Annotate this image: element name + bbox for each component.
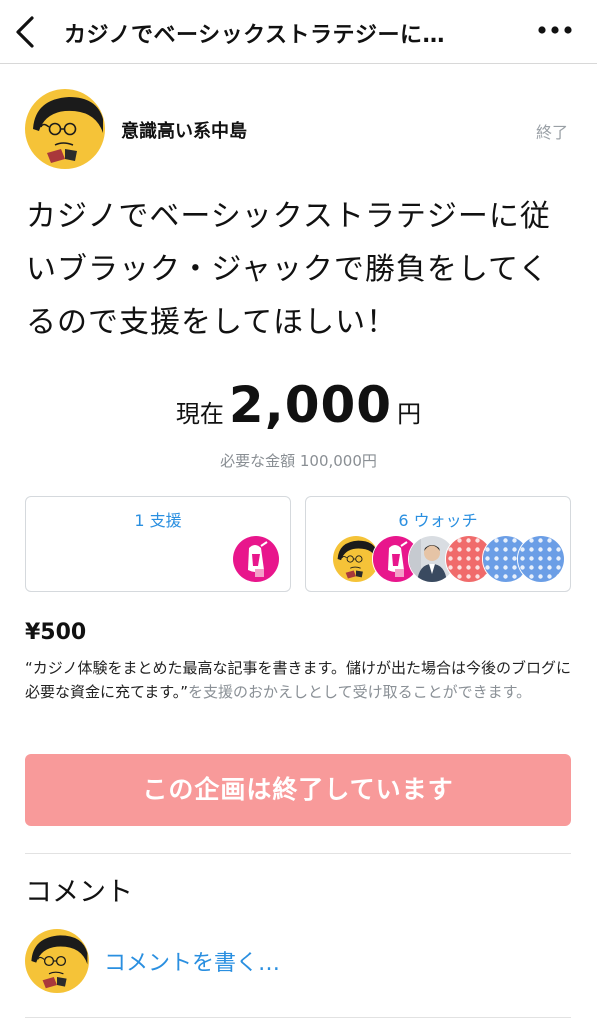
watcher-avatar[interactable] <box>517 535 565 583</box>
supporters-card[interactable]: 1 支援 <box>25 496 291 592</box>
current-amount: 現在 2,000 円 <box>0 376 597 434</box>
reward-price: ¥500 <box>25 620 87 645</box>
reward-description: “カジノ体験をまとめた最高な記事を書きます。儲けが出た場合は今後のブログに必要な… <box>25 656 575 704</box>
write-comment-link[interactable]: コメントを書く… <box>104 945 280 977</box>
author-name[interactable]: 意識高い系中島 <box>121 117 247 143</box>
watchers-count[interactable]: 6 ウォッチ <box>306 507 570 531</box>
top-bar: カジノでベーシックストラテジーに… <box>0 0 597 64</box>
watchers-card[interactable]: 6 ウォッチ <box>305 496 571 592</box>
reward-description-suffix: を支援のおかえしとして受け取ることができます。 <box>188 683 532 701</box>
project-closed-button[interactable]: この企画は終了しています <box>25 754 571 826</box>
author-avatar[interactable] <box>25 89 105 169</box>
status-badge: 終了 <box>536 123 569 142</box>
project-title: カジノでベーシックストラテジーに従いブラック・ジャックで勝負をしてくるので支援を… <box>26 199 551 340</box>
divider <box>25 1017 571 1018</box>
chevron-left-icon[interactable] <box>10 14 40 50</box>
current-user-avatar <box>25 929 89 993</box>
amount-prefix: 現在 <box>175 400 224 428</box>
amount-value: 2,000 <box>228 376 393 434</box>
supporter-avatar[interactable] <box>232 535 280 583</box>
amount-unit: 円 <box>397 400 422 428</box>
divider <box>25 853 571 854</box>
supporters-count[interactable]: 1 支援 <box>26 507 290 531</box>
comments-heading: コメント <box>25 877 133 908</box>
page-title: カジノでベーシックストラテジーに… <box>64 23 445 48</box>
more-horizontal-icon[interactable] <box>536 18 576 42</box>
goal-amount: 必要な金額 100,000円 <box>220 452 377 470</box>
